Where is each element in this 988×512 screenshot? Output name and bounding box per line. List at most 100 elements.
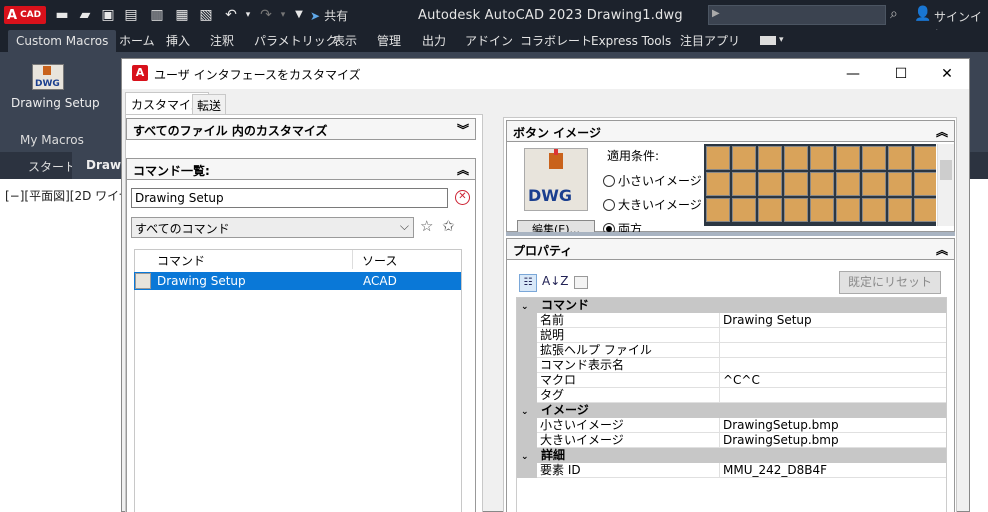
gallery-image-tile[interactable] [758, 172, 782, 196]
gallery-image-tile[interactable] [888, 146, 912, 170]
property-row[interactable]: タグ [517, 388, 946, 403]
new-command-icon[interactable]: ✩ [442, 217, 455, 235]
print-icon[interactable]: ▧ [197, 6, 215, 24]
drawing-setup-button[interactable]: Drawing Setup [11, 96, 100, 110]
export-icon[interactable]: ▦ [173, 6, 191, 24]
tab-custom-macros[interactable]: Custom Macros [8, 30, 117, 52]
property-row[interactable]: 名前 Drawing Setup [517, 313, 946, 328]
redo-icon[interactable]: ↷ [257, 6, 275, 24]
gallery-image-tile[interactable] [810, 146, 834, 170]
tab-home[interactable]: ホーム [111, 30, 163, 52]
gallery-image-tile[interactable] [784, 172, 808, 196]
gallery-image-tile[interactable] [836, 198, 860, 222]
tab-annotate[interactable]: 注釈 [202, 30, 242, 52]
chevron-right-icon[interactable]: ▶ [712, 8, 720, 19]
property-row[interactable]: 要素 ID MMU_242_D8B4F [517, 463, 946, 478]
gallery-image-tile[interactable] [862, 146, 886, 170]
gallery-image-tile[interactable] [706, 172, 730, 196]
gallery-image-tile[interactable] [732, 198, 756, 222]
property-category[interactable]: ⌄ 詳細 [517, 448, 946, 463]
image-gallery[interactable] [704, 144, 936, 226]
gallery-image-tile[interactable] [836, 172, 860, 196]
gallery-image-tile[interactable] [914, 198, 936, 222]
gallery-image-tile[interactable] [836, 146, 860, 170]
tab-output[interactable]: 出力 [414, 30, 454, 52]
pane-splitter[interactable] [506, 232, 955, 236]
share-button[interactable]: ➤ 共有 [310, 7, 348, 24]
gallery-image-tile[interactable] [862, 172, 886, 196]
user-icon[interactable]: 👤 [914, 6, 931, 22]
tab-start[interactable]: スタート [28, 158, 76, 175]
undo-dropdown-icon[interactable]: ▾ [239, 6, 257, 24]
radio-large-image[interactable]: 大きいイメージ [603, 196, 702, 213]
application-menu-button[interactable]: A CAD [4, 6, 46, 24]
scrollbar-thumb[interactable] [940, 160, 952, 180]
column-header-source[interactable]: ソース [358, 250, 458, 269]
chevron-double-up-icon[interactable]: ︽ [457, 161, 469, 178]
column-header-command[interactable]: コマンド [153, 250, 353, 269]
maximize-icon[interactable]: ☐ [891, 64, 911, 84]
gallery-image-tile[interactable] [888, 172, 912, 196]
new-file-icon[interactable]: ▬ [53, 6, 71, 24]
tab-manage[interactable]: 管理 [369, 30, 409, 52]
gallery-image-tile[interactable] [706, 146, 730, 170]
property-pages-icon[interactable] [574, 276, 588, 289]
gallery-image-tile[interactable] [914, 146, 936, 170]
command-list-header[interactable]: コマンド一覧: ︽ [126, 158, 476, 180]
gallery-image-tile[interactable] [758, 146, 782, 170]
tab-featured-apps[interactable]: 注目アプリ [672, 30, 748, 52]
open-folder-icon[interactable]: ▰ [76, 6, 94, 24]
tab-view[interactable]: 表示 [325, 30, 365, 52]
import-icon[interactable]: ▥ [148, 6, 166, 24]
property-row[interactable]: コマンド表示名 [517, 358, 946, 373]
property-row[interactable]: 説明 [517, 328, 946, 343]
button-image-header[interactable]: ボタン イメージ ︽ [506, 120, 955, 142]
property-category[interactable]: ⌄ イメージ [517, 403, 946, 418]
ribbon-minimize-icon[interactable] [760, 36, 776, 45]
gallery-image-tile[interactable] [706, 198, 730, 222]
save-icon[interactable]: ▣ [99, 6, 117, 24]
tab-express-tools[interactable]: Express Tools [583, 30, 679, 52]
command-filter-select[interactable]: すべてのコマンド ⌵ [131, 217, 414, 238]
property-row[interactable]: 拡張ヘルプ ファイル [517, 343, 946, 358]
property-row[interactable]: 大きいイメージ DrawingSetup.bmp [517, 433, 946, 448]
property-row[interactable]: マクロ ^C^C [517, 373, 946, 388]
alphabetical-sort-icon[interactable]: A↓Z [542, 274, 568, 288]
save-as-icon[interactable]: ▤ [122, 6, 140, 24]
properties-header[interactable]: プロパティ ︽ [506, 238, 955, 260]
viewport-controls[interactable]: [−][平面図][2D ワイヤ [5, 187, 131, 204]
clear-search-icon[interactable]: ✕ [455, 190, 470, 205]
gallery-scrollbar[interactable] [937, 144, 954, 226]
gallery-image-tile[interactable] [888, 198, 912, 222]
gallery-image-tile[interactable] [810, 172, 834, 196]
gallery-image-tile[interactable] [862, 198, 886, 222]
chevron-double-down-icon[interactable]: ︾ [457, 121, 469, 138]
gallery-image-tile[interactable] [810, 198, 834, 222]
chevron-double-up-icon[interactable]: ︽ [936, 123, 948, 140]
categorized-view-icon[interactable]: ☷ [519, 274, 537, 292]
property-row[interactable]: 小さいイメージ DrawingSetup.bmp [517, 418, 946, 433]
gallery-image-tile[interactable] [758, 198, 782, 222]
gallery-image-tile[interactable] [784, 198, 808, 222]
close-icon[interactable]: ✕ [937, 64, 957, 84]
radio-small-image[interactable]: 小さいイメージ [603, 172, 702, 189]
find-command-icon[interactable]: ☆ [420, 217, 433, 235]
tab-insert[interactable]: 挿入 [158, 30, 198, 52]
chevron-double-up-icon[interactable]: ︽ [936, 241, 948, 258]
gallery-image-tile[interactable] [732, 146, 756, 170]
search-icon[interactable]: ⌕ [890, 6, 898, 22]
chevron-down-icon[interactable]: ▾ [779, 35, 784, 45]
quick-access-customize-icon[interactable]: ▼ [290, 6, 308, 24]
minimize-icon[interactable]: — [843, 64, 863, 84]
gallery-image-tile[interactable] [732, 172, 756, 196]
customizations-in-all-files-header[interactable]: すべてのファイル 内のカスタマイズ ︾ [126, 118, 476, 140]
gallery-image-tile[interactable] [784, 146, 808, 170]
gallery-image-tile[interactable] [914, 172, 936, 196]
search-input[interactable] [708, 5, 886, 25]
property-category[interactable]: ⌄ コマンド [517, 298, 946, 313]
command-search-input[interactable]: Drawing Setup [131, 188, 448, 208]
table-row[interactable]: Drawing Setup ACAD [134, 272, 461, 290]
undo-icon[interactable]: ↶ [222, 6, 240, 24]
tab-transfer[interactable]: 転送 [192, 94, 227, 114]
reset-default-button[interactable]: 既定にリセット [839, 271, 941, 294]
